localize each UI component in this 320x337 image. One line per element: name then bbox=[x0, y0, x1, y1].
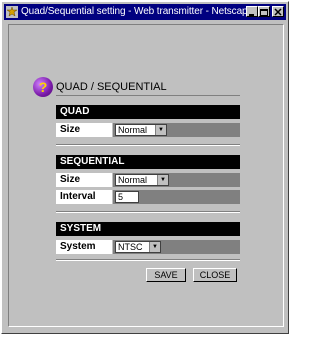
maximize-icon bbox=[260, 9, 268, 16]
system-label: System bbox=[56, 240, 112, 254]
section-divider bbox=[56, 211, 240, 213]
chevron-down-icon: ▼ bbox=[149, 242, 160, 252]
sequential-interval-label: Interval bbox=[56, 190, 112, 204]
close-window-button[interactable] bbox=[272, 6, 284, 17]
sequential-interval-cell: 5 bbox=[113, 190, 240, 204]
system-value: NTSC bbox=[118, 242, 143, 252]
title-bar[interactable]: Quad/Sequential setting - Web transmitte… bbox=[4, 4, 286, 20]
netscape-icon bbox=[6, 6, 18, 18]
sequential-size-row: Size Normal ▼ bbox=[56, 173, 240, 187]
sequential-size-value: Normal bbox=[118, 175, 148, 185]
close-icon bbox=[274, 8, 282, 16]
quad-size-select[interactable]: Normal ▼ bbox=[115, 124, 167, 136]
sequential-size-label: Size bbox=[56, 173, 112, 187]
minimize-button[interactable] bbox=[246, 6, 258, 17]
page-title: QUAD / SEQUENTIAL bbox=[56, 81, 167, 93]
minimize-icon bbox=[249, 14, 254, 16]
title-divider bbox=[56, 95, 240, 96]
question-mark-icon: ? bbox=[33, 77, 53, 97]
system-row: System NTSC ▼ bbox=[56, 240, 240, 254]
quad-size-value: Normal bbox=[118, 125, 148, 135]
section-divider bbox=[56, 259, 240, 261]
window-title: Quad/Sequential setting - Web transmitte… bbox=[21, 6, 253, 17]
chevron-down-icon: ▼ bbox=[155, 125, 166, 135]
interval-input[interactable]: 5 bbox=[115, 191, 139, 203]
sequential-size-select[interactable]: Normal ▼ bbox=[115, 174, 169, 186]
quad-size-row: Size Normal ▼ bbox=[56, 123, 240, 137]
sequential-interval-row: Interval 5 bbox=[56, 190, 240, 204]
quad-section-header: QUAD bbox=[56, 105, 240, 119]
save-button[interactable]: SAVE bbox=[146, 268, 186, 282]
quad-size-label: Size bbox=[56, 123, 112, 137]
maximize-button[interactable] bbox=[258, 6, 270, 17]
system-select[interactable]: NTSC ▼ bbox=[115, 241, 161, 253]
quad-size-cell: Normal ▼ bbox=[113, 123, 240, 137]
close-button[interactable]: CLOSE bbox=[193, 268, 237, 282]
system-section-header: SYSTEM bbox=[56, 222, 240, 236]
section-divider bbox=[56, 144, 240, 146]
sequential-size-cell: Normal ▼ bbox=[113, 173, 240, 187]
system-cell: NTSC ▼ bbox=[113, 240, 240, 254]
chevron-down-icon: ▼ bbox=[157, 175, 168, 185]
sequential-section-header: SEQUENTIAL bbox=[56, 155, 240, 169]
